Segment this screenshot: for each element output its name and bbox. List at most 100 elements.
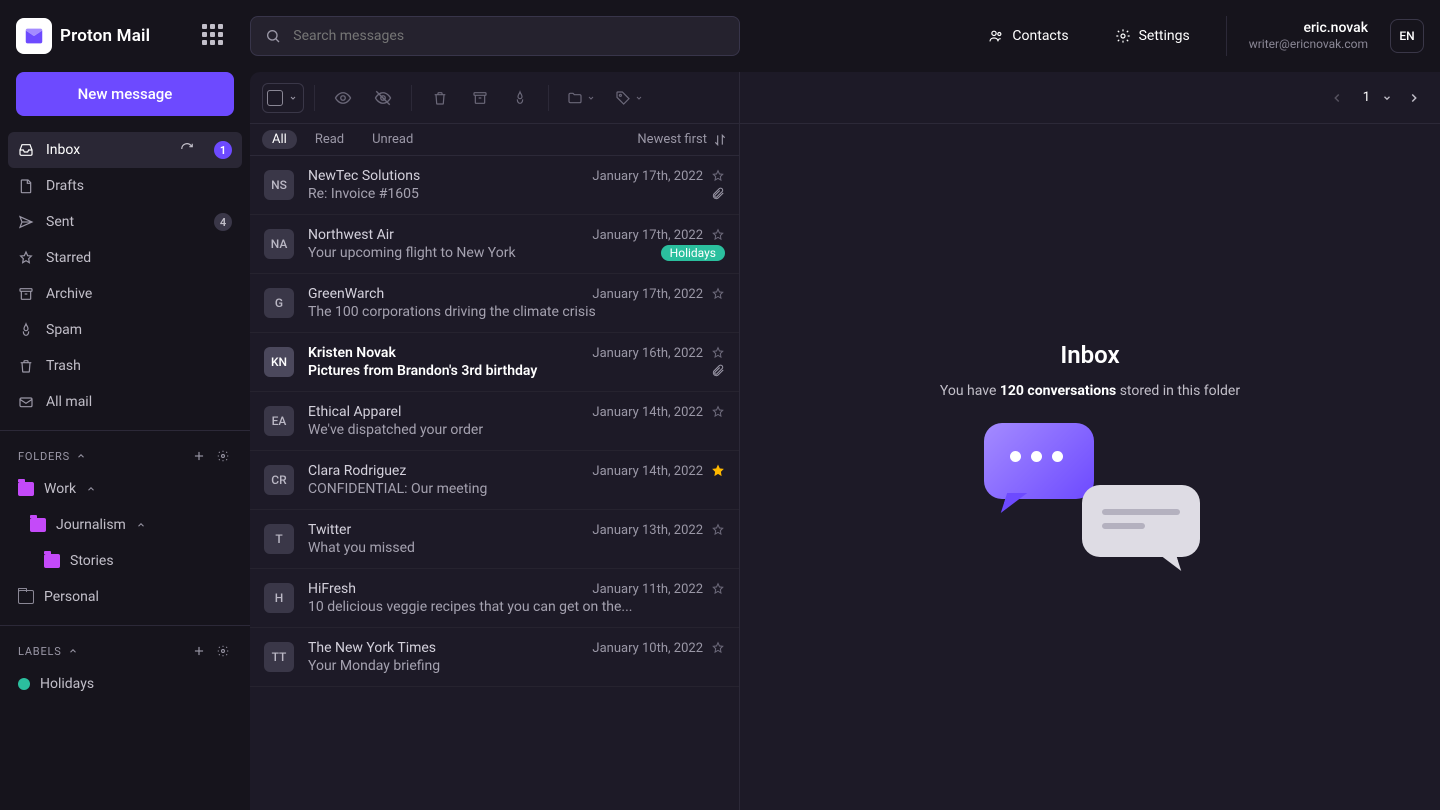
message-row[interactable]: NA Northwest Air January 17th, 2022 Your… <box>250 215 739 274</box>
star-icon[interactable] <box>711 228 725 242</box>
message-subject: Pictures from Brandon's 3rd birthday <box>308 363 703 379</box>
sidebar-item-spam[interactable]: Spam <box>8 312 242 348</box>
inbox-label: Inbox <box>46 142 168 158</box>
message-subject: CONFIDENTIAL: Our meeting <box>308 481 725 497</box>
app-switcher-icon[interactable] <box>202 24 226 48</box>
labels-label: LABELS <box>18 645 62 658</box>
settings-link[interactable]: Settings <box>1107 28 1198 44</box>
archive-icon <box>18 286 34 302</box>
contacts-link[interactable]: Contacts <box>980 28 1076 44</box>
add-label-button[interactable] <box>190 642 208 660</box>
mark-unread-button[interactable] <box>365 83 401 113</box>
select-all-button[interactable] <box>262 83 304 113</box>
sort-button[interactable]: Newest first <box>637 132 727 147</box>
inbox-badge: 1 <box>214 141 232 159</box>
chevron-down-icon <box>289 94 297 102</box>
avatar: H <box>264 583 294 613</box>
message-from: Clara Rodriguez <box>308 463 584 479</box>
message-subject: The 100 corporations driving the climate… <box>308 304 725 320</box>
chevron-up-icon <box>76 451 86 461</box>
spam-button[interactable] <box>502 83 538 113</box>
message-row[interactable]: G GreenWarch January 17th, 2022 The 100 … <box>250 274 739 333</box>
filter-all[interactable]: All <box>262 130 297 149</box>
message-row[interactable]: T Twitter January 13th, 2022 What you mi… <box>250 510 739 569</box>
message-date: January 11th, 2022 <box>592 582 703 597</box>
sent-icon <box>18 214 34 230</box>
search-input[interactable] <box>250 16 740 56</box>
eye-off-icon <box>374 89 392 107</box>
search-field[interactable] <box>293 28 725 44</box>
attachment-icon <box>711 364 725 378</box>
language-selector[interactable]: EN <box>1390 19 1424 53</box>
folder-journalism-label: Journalism <box>56 517 126 533</box>
folder-stories[interactable]: Stories <box>0 543 250 579</box>
filter-read[interactable]: Read <box>305 130 354 149</box>
star-icon[interactable] <box>711 287 725 301</box>
mark-read-button[interactable] <box>325 83 361 113</box>
folder-personal[interactable]: Personal <box>0 579 250 615</box>
folder-personal-label: Personal <box>44 589 99 605</box>
compose-button[interactable]: New message <box>16 72 234 116</box>
product-logo[interactable]: Proton Mail <box>16 18 150 54</box>
labels-settings-button[interactable] <box>214 642 232 660</box>
page-selector[interactable]: 1 <box>1359 90 1392 105</box>
star-icon[interactable] <box>711 405 725 419</box>
sidebar-item-inbox[interactable]: Inbox 1 <box>8 132 242 168</box>
message-row[interactable]: EA Ethical Apparel January 14th, 2022 We… <box>250 392 739 451</box>
folder-icon <box>44 554 60 568</box>
add-folder-button[interactable] <box>190 447 208 465</box>
archive-button[interactable] <box>462 83 498 113</box>
filter-unread[interactable]: Unread <box>362 130 423 149</box>
label-dot <box>18 678 30 690</box>
folder-icon <box>30 518 46 532</box>
chevron-up-icon <box>68 646 78 656</box>
prev-page-button[interactable] <box>1319 83 1355 113</box>
star-icon[interactable] <box>711 523 725 537</box>
message-date: January 13th, 2022 <box>592 523 703 538</box>
message-row[interactable]: TT The New York Times January 10th, 2022… <box>250 628 739 687</box>
message-subject: What you missed <box>308 540 725 556</box>
message-row[interactable]: CR Clara Rodriguez January 14th, 2022 CO… <box>250 451 739 510</box>
tag-icon <box>615 90 631 106</box>
next-page-button[interactable] <box>1396 83 1432 113</box>
delete-button[interactable] <box>422 83 458 113</box>
sidebar-item-starred[interactable]: Starred <box>8 240 242 276</box>
spam-label: Spam <box>46 322 232 338</box>
sidebar-item-allmail[interactable]: All mail <box>8 384 242 420</box>
folders-header[interactable]: FOLDERS <box>0 441 250 471</box>
eye-icon <box>334 89 352 107</box>
folder-icon <box>567 90 583 106</box>
user-menu[interactable]: eric.novak writer@ericnovak.com <box>1249 20 1368 53</box>
drafts-label: Drafts <box>46 178 232 194</box>
move-to-button[interactable] <box>559 83 603 113</box>
folder-stories-label: Stories <box>70 553 114 569</box>
message-list: NS NewTec Solutions January 17th, 2022 R… <box>250 156 739 810</box>
message-row[interactable]: H HiFresh January 11th, 2022 10 deliciou… <box>250 569 739 628</box>
sidebar-item-drafts[interactable]: Drafts <box>8 168 242 204</box>
avatar: KN <box>264 347 294 377</box>
star-icon[interactable] <box>711 464 725 478</box>
star-icon[interactable] <box>711 169 725 183</box>
search-icon <box>265 28 281 44</box>
sidebar-item-archive[interactable]: Archive <box>8 276 242 312</box>
message-row[interactable]: KN Kristen Novak January 16th, 2022 Pict… <box>250 333 739 392</box>
message-from: Twitter <box>308 522 584 538</box>
star-icon[interactable] <box>711 346 725 360</box>
labels-header[interactable]: LABELS <box>0 636 250 666</box>
sidebar-item-sent[interactable]: Sent 4 <box>8 204 242 240</box>
message-subject: 10 delicious veggie recipes that you can… <box>308 599 725 615</box>
folder-work[interactable]: Work <box>0 471 250 507</box>
gear-icon <box>1115 28 1131 44</box>
label-holidays[interactable]: Holidays <box>0 666 250 702</box>
folders-settings-button[interactable] <box>214 447 232 465</box>
avatar: NS <box>264 170 294 200</box>
chevron-down-icon <box>1382 93 1392 103</box>
message-date: January 14th, 2022 <box>592 405 703 420</box>
label-as-button[interactable] <box>607 83 651 113</box>
folder-journalism[interactable]: Journalism <box>0 507 250 543</box>
refresh-icon[interactable] <box>180 142 196 158</box>
star-icon[interactable] <box>711 582 725 596</box>
sidebar-item-trash[interactable]: Trash <box>8 348 242 384</box>
message-row[interactable]: NS NewTec Solutions January 17th, 2022 R… <box>250 156 739 215</box>
star-icon[interactable] <box>711 641 725 655</box>
